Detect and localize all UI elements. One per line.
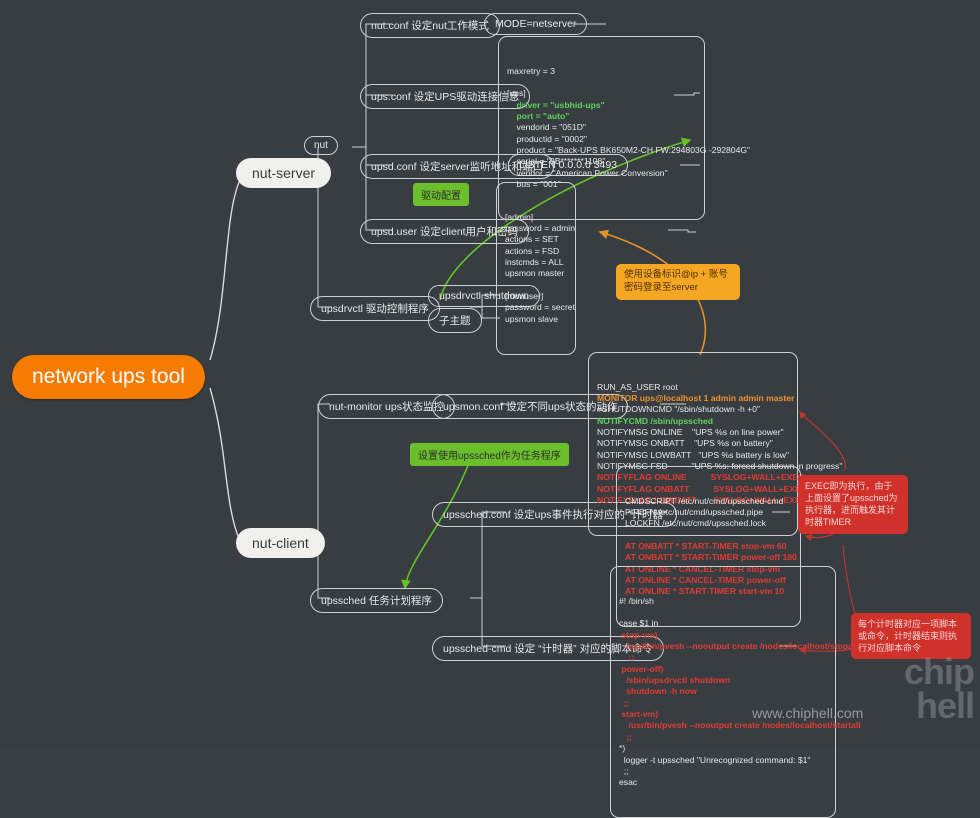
code-line: logger -t upssched "Unrecognized command… (619, 754, 811, 765)
node-nut-conf[interactable]: nut.conf 设定nut工作模式 (360, 13, 500, 38)
node-upsdrvctl-subtopic[interactable]: 子主题 (428, 308, 482, 333)
chiphell-logo: chip hell (854, 651, 975, 741)
node-nut[interactable]: nut (304, 136, 338, 155)
code-line: CMDSCRIPT /etc/nut/cmd/upssched-cmd (625, 495, 784, 506)
root-node[interactable]: network ups tool (12, 355, 205, 399)
note-exec-timer[interactable]: EXEC即为执行，由于上面设置了upssched为执行器，进而触发其计时器TIM… (798, 475, 908, 534)
code-line: power-off) (619, 663, 664, 674)
code-upssched-cmd: #! /bin/sh case $1 in stop-vm) /usr/bin/… (610, 566, 861, 818)
code-line: vendorid = "051D" (507, 122, 586, 133)
code-line: instcmds = ALL (505, 257, 564, 268)
code-line: LOCKFN /etc/nut/cmd/upssched.lock (625, 518, 766, 529)
code-line: [admin] (505, 211, 534, 222)
code-line: NOTIFYMSG ONBATT "UPS %s on battery" (597, 438, 773, 449)
code-ups-conf-lines: maxretry = 3 [ups] driver = "usbhid-ups"… (507, 65, 751, 191)
code-line: vendor = "American Power Conversion" (507, 167, 668, 178)
code-line: password = secret (505, 302, 575, 313)
note-driver-config[interactable]: 驱动配置 (413, 183, 469, 206)
note-upssched-task[interactable]: 设置使用upssched作为任务程序 (410, 443, 569, 466)
code-line: /usr/bin/pvesh --nooutput create /nodes/… (619, 641, 858, 652)
code-line: MONITOR ups@localhost 1 admin admin mast… (597, 393, 795, 404)
code-line: RUN_AS_USER root (597, 381, 678, 392)
code-line: maxretry = 3 (507, 65, 555, 76)
code-line: upsmon slave (505, 313, 559, 324)
code-line: #! /bin/sh (619, 595, 654, 606)
watermark-url: www.chiphell.com (752, 705, 864, 721)
code-line: product = "Back-UPS BK650M2-CH FW:294803… (507, 145, 751, 156)
code-line: AT ONBATT * START-TIMER stop-vm 60 (625, 541, 787, 552)
code-upssched-cmd-lines: #! /bin/sh case $1 in stop-vm) /usr/bin/… (619, 595, 861, 789)
code-line: /usr/bin/pvesh --nooutput create /nodes/… (619, 720, 861, 731)
code-line: upsmon master (505, 268, 565, 279)
code-line: password = admin (505, 223, 575, 234)
node-nut-conf-value[interactable]: MODE=netserver (484, 13, 588, 35)
code-line: NOTIFYCMD /sbin/upssched (597, 415, 714, 426)
mindmap-canvas: network ups tool nut-server nut-client n… (0, 0, 980, 818)
code-line: PIPEFN /etc/nut/cmd/upssched.pipe (625, 507, 764, 518)
code-line: ;; (619, 731, 632, 742)
code-upsd-user: [admin] password = admin actions = SET acti… (496, 182, 576, 355)
code-line: NOTIFYMSG ONLINE "UPS %s on line power" (597, 427, 784, 438)
code-line: port = "auto" (507, 111, 570, 122)
chiphell-logo-bottom: hell (915, 685, 975, 727)
code-line: #SHUTDOWNCMD "/sbin/shutdown -h +0" (597, 404, 760, 415)
code-line: driver = "usbhid-ups" (507, 99, 605, 110)
node-upssched[interactable]: upssched 任务计划程序 (310, 588, 443, 613)
code-line: actions = SET (505, 234, 559, 245)
code-line: case $1 in (619, 618, 659, 629)
code-line: NOTIFYMSG LOWBATT "UPS %s battery is low… (597, 449, 790, 460)
code-line: ;; (619, 765, 629, 776)
code-line: esac (619, 777, 638, 788)
code-line: shutdown -h now (619, 686, 697, 697)
node-upsdrvctl[interactable]: upsdrvctl 驱动控制程序 (310, 296, 440, 321)
branch-nut-server[interactable]: nut-server (236, 158, 332, 188)
code-line: /sbin/upsdrvctl shutdown (619, 675, 731, 686)
code-upsd-user-lines: [admin] password = admin actions = SET acti… (505, 211, 575, 325)
branch-nut-client[interactable]: nut-client (236, 528, 325, 558)
code-line: [ups] (507, 88, 526, 99)
code-line: stop-vm) (619, 629, 658, 640)
chiphell-logo-top: chip (903, 651, 975, 692)
code-line: serial = "9B*******1108" (507, 156, 606, 167)
code-line: AT ONBATT * START-TIMER power-off 180 (625, 552, 797, 563)
code-line: productid = "0002" (507, 133, 587, 144)
note-login-server[interactable]: 使用设备标识@ip + 账号密码登录至server (616, 264, 740, 300)
code-line: [monuser] (505, 291, 544, 302)
code-line: actions = FSD (505, 245, 560, 256)
code-line: ;; (619, 652, 635, 663)
